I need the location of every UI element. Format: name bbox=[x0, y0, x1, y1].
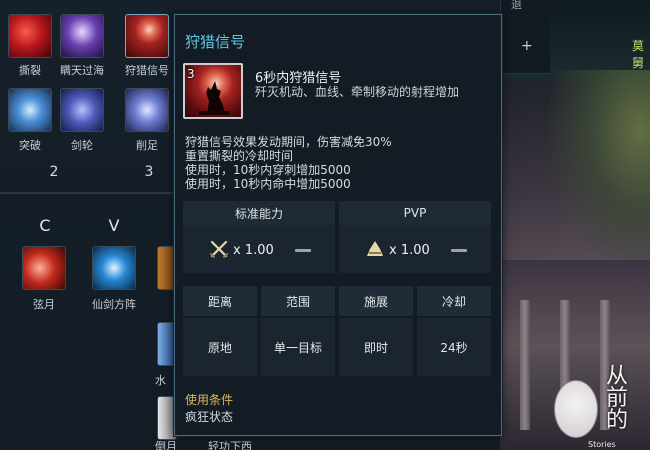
stat-body-standard: x 1.00 bbox=[183, 225, 335, 273]
info-header-area: 范围 bbox=[261, 286, 335, 316]
skill-slot-sword-wheel[interactable] bbox=[60, 88, 104, 132]
info-header-cooldown: 冷却 bbox=[417, 286, 491, 316]
side-frame: 退 + bbox=[500, 0, 550, 74]
panel-divider bbox=[0, 192, 180, 194]
stat-header-pvp: PVP bbox=[339, 201, 491, 225]
skill-slot-leg-cut[interactable] bbox=[125, 88, 169, 132]
stat-value-standard: x 1.00 bbox=[233, 243, 274, 258]
skill-slot-hunt-signal[interactable] bbox=[125, 14, 169, 58]
info-value-range: 原地 bbox=[183, 318, 257, 376]
skill-slot-sword-array[interactable] bbox=[92, 246, 136, 290]
skill-name: 弦月 bbox=[33, 298, 55, 311]
info-value-area: 单一目标 bbox=[261, 318, 335, 376]
minus-icon bbox=[451, 249, 467, 252]
key-label-c: C bbox=[39, 216, 51, 235]
skill-tooltip: 狩猎信号 3 6秒内狩猎信号 歼灭机动、血线、牵制移动的射程增加 狩猎信号效果发… bbox=[174, 14, 502, 436]
npc-name-label: 莫舅 bbox=[632, 39, 645, 70]
avatar bbox=[554, 380, 598, 438]
key-label-v: V bbox=[108, 216, 120, 235]
skill-name-partial: 倒月 bbox=[155, 440, 177, 450]
description-line: 使用时，10秒内命中增加5000 bbox=[185, 177, 351, 191]
info-value-cast: 即时 bbox=[339, 318, 413, 376]
skill-name-partial: 水 bbox=[155, 374, 166, 387]
info-header-range: 距离 bbox=[183, 286, 257, 316]
description-line: 狩猎信号效果发动期间，伤害减免30% bbox=[185, 135, 392, 149]
skill-slot-tear[interactable] bbox=[8, 14, 52, 58]
description-line: 使用时，10秒内穿刺增加5000 bbox=[185, 163, 351, 177]
skill-name: 撕裂 bbox=[19, 64, 41, 77]
effect-description: 狩猎信号效果发动期间，伤害减免30% 重置撕裂的冷却时间 使用时，10秒内穿刺增… bbox=[185, 135, 495, 191]
watermark-sub: Stories bbox=[588, 440, 616, 449]
exit-tab[interactable]: 退 bbox=[511, 0, 522, 12]
skill-name: 突破 bbox=[19, 139, 41, 152]
condition-title: 使用条件 bbox=[185, 393, 234, 407]
tooltip-title: 狩猎信号 bbox=[185, 33, 246, 51]
skill-name-partial: 轻功下西 bbox=[208, 440, 252, 450]
skill-name: 削足 bbox=[136, 139, 158, 152]
skill-name: 狩猎信号 bbox=[125, 64, 169, 77]
pvp-crest-icon bbox=[367, 241, 383, 256]
effect-subheading: 歼灭机动、血线、牵制移动的射程增加 bbox=[255, 85, 460, 99]
wolf-howl-icon: 3 bbox=[183, 63, 243, 119]
wolf-silhouette-icon bbox=[199, 81, 229, 115]
stat-body-pvp: x 1.00 bbox=[339, 225, 491, 273]
info-header-cast: 施展 bbox=[339, 286, 413, 316]
skill-point-count: 3 bbox=[144, 164, 154, 180]
skill-slot-breakthrough[interactable] bbox=[8, 88, 52, 132]
crossed-swords-icon bbox=[210, 240, 228, 258]
skill-slot-deception[interactable] bbox=[60, 14, 104, 58]
skill-name: 瞒天过海 bbox=[60, 64, 104, 77]
description-line: 重置撕裂的冷却时间 bbox=[185, 149, 294, 163]
expand-button[interactable]: + bbox=[521, 38, 533, 54]
minus-icon bbox=[295, 249, 311, 252]
watermark-text: 从前的 bbox=[606, 364, 629, 433]
stat-header-standard: 标准能力 bbox=[183, 201, 335, 225]
skill-name: 剑轮 bbox=[71, 139, 93, 152]
skill-name: 仙剑方阵 bbox=[92, 298, 136, 311]
world-view-foliage bbox=[550, 70, 650, 270]
condition-value: 疯狂状态 bbox=[185, 410, 234, 424]
skill-level-badge: 3 bbox=[187, 67, 195, 81]
skill-slot-crescent[interactable] bbox=[22, 246, 66, 290]
info-value-cooldown: 24秒 bbox=[417, 318, 491, 376]
stat-value-pvp: x 1.00 bbox=[389, 243, 430, 258]
channel-watermark: 从前的 Stories bbox=[548, 366, 648, 450]
skill-point-count: 2 bbox=[49, 164, 59, 180]
pillar bbox=[520, 300, 530, 430]
